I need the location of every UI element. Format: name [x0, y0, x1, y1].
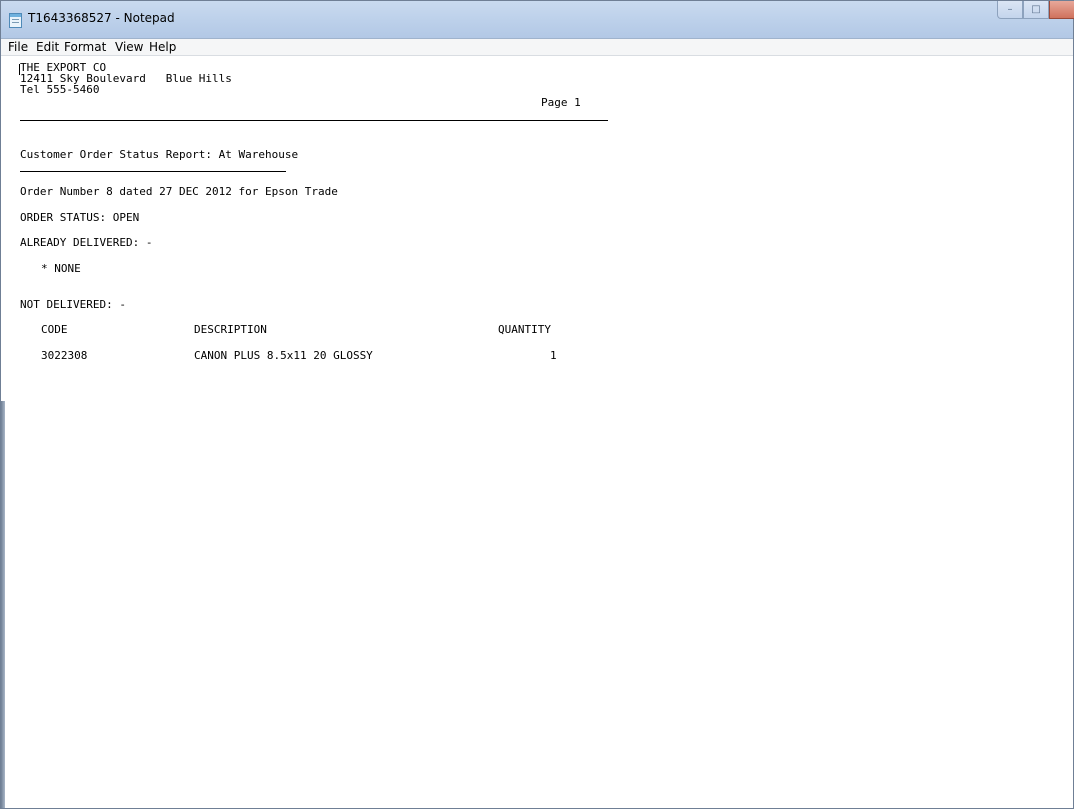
title-bar[interactable]: T1643368527 - Notepad – □: [1, 1, 1074, 39]
row-code: 3022308: [41, 349, 88, 362]
not-delivered-label: NOT DELIVERED: -: [20, 298, 126, 311]
column-header-description: DESCRIPTION: [194, 323, 267, 336]
notepad-window: T1643368527 - Notepad – □ File Edit Form…: [0, 0, 1074, 809]
column-header-quantity: QUANTITY: [498, 323, 551, 336]
order-line: Order Number 8 dated 27 DEC 2012 for Eps…: [20, 185, 338, 198]
notepad-icon: [9, 13, 22, 28]
minimize-button[interactable]: –: [997, 1, 1023, 19]
menu-bar: File Edit Format View Help: [1, 39, 1073, 56]
row-quantity: 1: [550, 349, 557, 362]
header-rule: [20, 120, 608, 121]
minimize-icon: –: [1007, 4, 1013, 15]
title-underline: [20, 171, 286, 172]
menu-format[interactable]: Format: [64, 40, 106, 54]
menu-file[interactable]: File: [8, 40, 28, 54]
window-title: T1643368527 - Notepad: [28, 11, 175, 25]
page-number: Page 1: [541, 96, 581, 109]
maximize-icon: □: [1031, 4, 1041, 15]
order-status: ORDER STATUS: OPEN: [20, 211, 140, 224]
close-button[interactable]: [1049, 1, 1074, 19]
menu-edit[interactable]: Edit: [36, 40, 59, 54]
company-phone: Tel 555-5460: [20, 83, 100, 96]
left-window-edge: [1, 401, 5, 808]
maximize-button[interactable]: □: [1023, 1, 1049, 19]
text-caret: [19, 64, 20, 75]
report-title: Customer Order Status Report: At Warehou…: [20, 148, 299, 161]
column-header-code: CODE: [41, 323, 68, 336]
already-delivered-label: ALREADY DELIVERED: -: [20, 236, 153, 249]
already-delivered-value: * NONE: [41, 262, 81, 275]
text-editor-area[interactable]: [1, 56, 1073, 808]
row-description: CANON PLUS 8.5x11 20 GLOSSY: [194, 349, 373, 362]
menu-help[interactable]: Help: [149, 40, 176, 54]
menu-view[interactable]: View: [115, 40, 143, 54]
